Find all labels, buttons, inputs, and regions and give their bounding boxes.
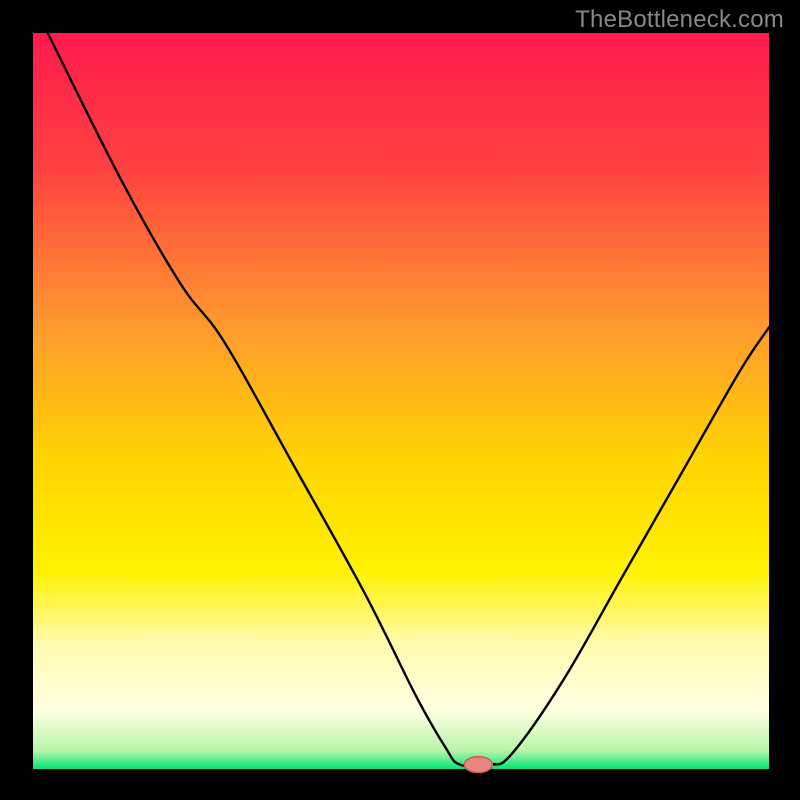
bottleneck-chart — [0, 0, 800, 800]
watermark: TheBottleneck.com — [575, 6, 784, 34]
chart-stage: TheBottleneck.com — [0, 0, 800, 800]
min-marker — [464, 757, 492, 773]
plot-area — [33, 33, 769, 769]
